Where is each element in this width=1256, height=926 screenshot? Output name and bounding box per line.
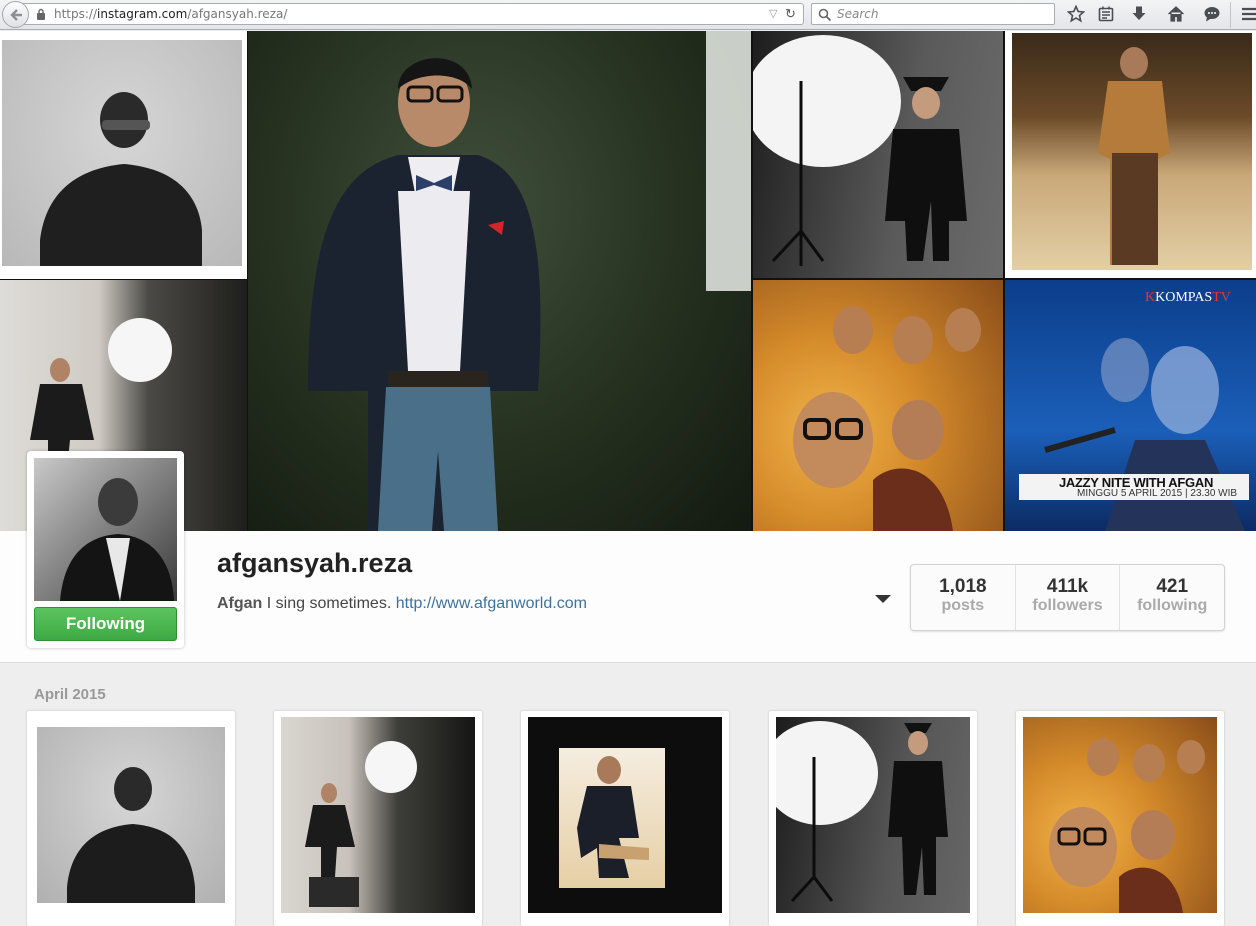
- person-silhouette-icon: [40, 92, 202, 266]
- url-text[interactable]: https://instagram.com/afgansyah.reza/: [54, 7, 287, 21]
- url-domain: instagram.com: [97, 7, 188, 21]
- profile-stats: 1,018 posts 411k followers 421 following: [910, 564, 1225, 631]
- search-bar[interactable]: Search: [811, 3, 1055, 25]
- feed-photo-image: [281, 717, 475, 913]
- stat-posts[interactable]: 1,018 posts: [911, 565, 1016, 630]
- feed-photo-image: [34, 717, 228, 913]
- back-button[interactable]: [2, 1, 29, 28]
- reload-icon[interactable]: ↻: [785, 6, 796, 22]
- stat-followers[interactable]: 411k followers: [1016, 565, 1121, 630]
- stat-following[interactable]: 421 following: [1120, 565, 1224, 630]
- mosaic-photo-wedding-group[interactable]: [753, 280, 1003, 531]
- home-icon[interactable]: [1167, 5, 1185, 23]
- profile-username: afgansyah.reza: [217, 548, 413, 578]
- feed-photo-image: [1023, 717, 1217, 913]
- feed-photo[interactable]: [769, 711, 977, 926]
- stat-followers-label: followers: [1032, 597, 1103, 614]
- stat-posts-label: posts: [941, 597, 985, 614]
- seated-figure-icon: [305, 741, 417, 907]
- avatar-portrait-icon: [60, 478, 174, 601]
- studio-umbrella-icon: [753, 35, 967, 266]
- feed-month-heading: April 2015: [34, 686, 106, 703]
- figure-in-hall-icon: [1098, 47, 1170, 265]
- browser-toolbar: https://instagram.com/afgansyah.reza/ ▽ …: [0, 0, 1256, 30]
- stat-followers-value: 411k: [1046, 576, 1089, 597]
- bookmark-star-icon[interactable]: [1067, 5, 1085, 23]
- tv-channel-logo: KKOMPASTV: [1145, 290, 1231, 306]
- tv-logo-text: KOMPAS: [1155, 290, 1213, 305]
- tv-logo-k: K: [1145, 290, 1156, 305]
- feed-photo-image: [528, 717, 722, 913]
- download-icon[interactable]: [1130, 5, 1148, 23]
- stat-posts-value: 1,018: [939, 576, 987, 597]
- lock-icon: [37, 8, 45, 20]
- studio-umbrella-icon: [776, 721, 948, 903]
- following-button[interactable]: Following: [34, 607, 177, 641]
- stat-following-value: 421: [1156, 576, 1189, 597]
- url-path: /afgansyah.reza/: [187, 7, 288, 21]
- dropdown-icon[interactable]: ▽: [769, 7, 777, 20]
- feed-photo[interactable]: [521, 711, 729, 926]
- back-arrow-icon: [10, 9, 22, 21]
- profile-full-name: Afgan: [217, 595, 263, 612]
- feed-photo-image: [776, 717, 970, 913]
- portrait-figure-icon: [577, 756, 649, 878]
- tv-lower-third: JAZZY NITE WITH AFGAN MINGGU 5 APRIL 201…: [1019, 474, 1249, 500]
- group-selfie-icon: [1049, 738, 1205, 913]
- person-silhouette-icon: [67, 767, 195, 903]
- mosaic-photo-main-portrait[interactable]: [248, 31, 751, 531]
- url-bar[interactable]: https://instagram.com/afgansyah.reza/ ▽ …: [22, 3, 804, 25]
- search-input[interactable]: Search: [837, 7, 879, 21]
- feed-photo[interactable]: [1016, 711, 1224, 926]
- mosaic-photo-bw-headphones[interactable]: [0, 31, 247, 279]
- toolbar-divider: [1230, 2, 1231, 28]
- mosaic-photo-studio-umbrella[interactable]: [753, 31, 1003, 278]
- options-caret-icon[interactable]: [874, 593, 892, 605]
- profile-bio: Afgan I sing sometimes. http://www.afgan…: [217, 595, 587, 613]
- avatar[interactable]: [34, 458, 177, 601]
- tv-logo-tv: TV: [1212, 290, 1231, 305]
- feed-photo[interactable]: [27, 711, 235, 926]
- feed-photo[interactable]: [274, 711, 482, 926]
- stat-following-label: following: [1137, 597, 1208, 614]
- avatar-card: Following: [27, 451, 184, 648]
- chat-icon[interactable]: [1203, 5, 1221, 23]
- lower-third-subtitle: MINGGU 5 APRIL 2015 | 23.30 WIB: [1077, 488, 1238, 499]
- mosaic-photo-traditional-attire[interactable]: [1005, 31, 1256, 278]
- portrait-figure-icon: [308, 31, 751, 531]
- search-icon: [818, 8, 832, 22]
- profile-bio-text: I sing sometimes.: [266, 595, 392, 612]
- group-selfie-icon: [793, 306, 981, 531]
- profile-website-link[interactable]: http://www.afganworld.com: [396, 595, 587, 612]
- reading-list-icon[interactable]: [1097, 5, 1115, 23]
- menu-icon[interactable]: [1240, 5, 1256, 23]
- mosaic-photo-tv-performance[interactable]: KKOMPASTV JAZZY NITE WITH AFGAN MINGGU 5…: [1005, 280, 1256, 531]
- url-scheme: https://: [54, 7, 98, 21]
- profile-photo-mosaic: KKOMPASTV JAZZY NITE WITH AFGAN MINGGU 5…: [0, 31, 1256, 531]
